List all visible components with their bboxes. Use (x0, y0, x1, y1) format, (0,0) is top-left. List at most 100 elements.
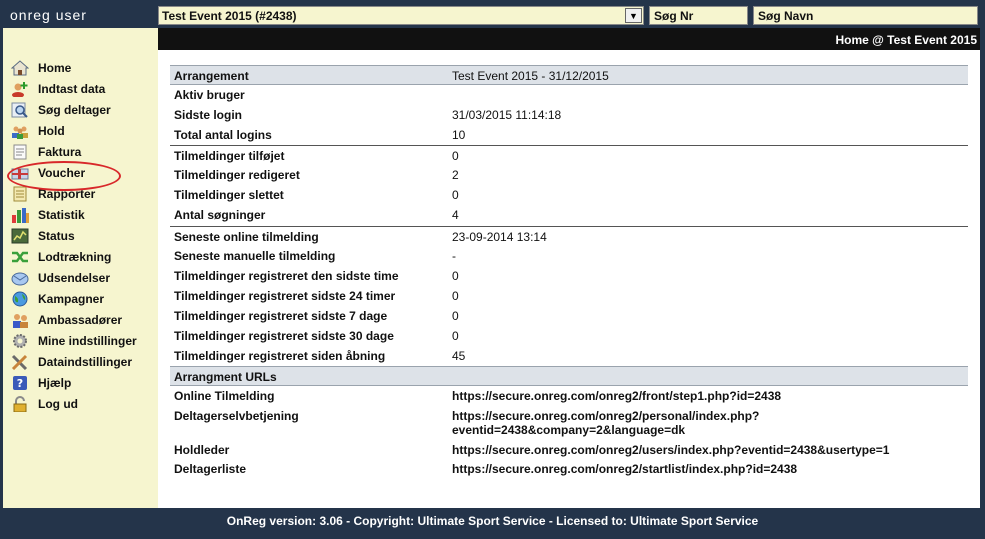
row-value: 2 (452, 168, 459, 182)
url-line: eventid=2438&company=2&language=dk (452, 423, 686, 437)
sidebar-item-label: Kampagner (38, 292, 105, 306)
event-select[interactable]: Test Event 2015 (#2438) ▼ (158, 6, 644, 25)
table-row: Tilmeldinger slettet 0 (170, 185, 968, 205)
app-brand: onreg user (0, 0, 158, 28)
add-person-icon (11, 81, 29, 98)
row-label: Sidste login (174, 108, 243, 122)
sidebar-item-lodtraekning[interactable]: Lodtrækning (11, 247, 156, 267)
page-title: Home @ Test Event 2015 (158, 28, 980, 50)
sidebar-item-kampagner[interactable]: Kampagner (11, 289, 156, 309)
footer: OnReg version: 3.06 - Copyright: Ultimat… (0, 508, 985, 539)
table-row: Holdleder https://secure.onreg.com/onreg… (170, 440, 968, 460)
sidebar-item-label: Hold (38, 124, 65, 138)
row-label: Arrangement (174, 69, 249, 83)
table-row: Tilmeldinger registreret den sidste time… (170, 266, 968, 286)
top-bar: Test Event 2015 (#2438) ▼ Søg Nr Søg Nav… (158, 0, 985, 28)
row-label: Tilmeldinger registreret sidste 7 dage (174, 309, 388, 323)
row-value: 0 (452, 289, 459, 303)
voucher-icon (11, 165, 29, 181)
sidebar-item-label: Rapporter (38, 187, 96, 201)
magnifier-icon (11, 102, 29, 118)
table-row: Tilmeldinger registreret siden åbning 45 (170, 346, 968, 366)
sidebar-item-indtast-data[interactable]: Indtast data (11, 79, 156, 99)
sidebar-item-voucher[interactable]: Voucher (11, 163, 156, 183)
url-link[interactable]: https://secure.onreg.com/onreg2/users/in… (452, 443, 889, 457)
table-row: Aktiv bruger (170, 85, 968, 105)
table-row: Seneste online tilmelding 23-09-2014 13:… (170, 226, 968, 246)
ambassador-icon (11, 312, 29, 328)
table-row: Total antal logins 10 (170, 125, 968, 145)
row-value: 0 (452, 329, 459, 343)
table-row: Deltagerselvbetjening https://secure.onr… (170, 406, 968, 440)
row-label: Total antal logins (174, 128, 272, 142)
row-label: Tilmeldinger slettet (174, 188, 284, 202)
sidebar-item-ambassadorer[interactable]: Ambassadører (11, 310, 156, 330)
sidebar-item-mine-indstillinger[interactable]: Mine indstillinger (11, 331, 156, 351)
help-icon: ? (11, 375, 29, 391)
row-value: 10 (452, 128, 466, 142)
shuffle-icon (11, 249, 29, 265)
sidebar-item-label: Hjælp (38, 376, 72, 390)
row-label: Aktiv bruger (174, 88, 245, 102)
search-nr-input[interactable]: Søg Nr (649, 6, 748, 25)
sidebar-item-hold[interactable]: Hold (11, 121, 156, 141)
sidebar-item-label: Status (38, 229, 75, 243)
sidebar-item-label: Home (38, 61, 72, 75)
row-value: 23-09-2014 13:14 (452, 230, 547, 244)
sidebar-item-log-ud[interactable]: Log ud (11, 394, 156, 414)
row-label: Seneste online tilmelding (174, 230, 319, 244)
sidebar-item-home[interactable]: Home (10, 58, 156, 78)
sidebar-item-sog-deltager[interactable]: Søg deltager (11, 100, 156, 120)
sidebar-item-label: Udsendelser (38, 271, 111, 285)
table-row: Online Tilmelding https://secure.onreg.c… (170, 386, 968, 406)
status-icon (11, 228, 29, 244)
row-label: Tilmeldinger tilføjet (174, 149, 285, 163)
section-label: Arrangment URLs (174, 370, 277, 384)
row-value: 0 (452, 309, 459, 323)
row-label: Deltagerselvbetjening (174, 409, 299, 423)
chevron-down-icon[interactable]: ▼ (625, 8, 642, 23)
sidebar-item-dataindstillinger[interactable]: Dataindstillinger (11, 352, 156, 372)
bar-chart-icon (11, 207, 29, 223)
sidebar-item-faktura[interactable]: Faktura (11, 142, 156, 162)
row-value: 45 (452, 349, 466, 363)
globe-icon (11, 291, 29, 307)
url-link[interactable]: https://secure.onreg.com/onreg2/personal… (452, 409, 759, 437)
table-row: Tilmeldinger registreret sidste 24 timer… (170, 286, 968, 306)
row-label: Seneste manuelle tilmelding (174, 249, 336, 263)
search-navn-input[interactable]: Søg Navn (753, 6, 978, 25)
gear-icon (11, 333, 29, 349)
table-row: Antal søgninger 4 (170, 205, 968, 225)
sidebar-item-rapporter[interactable]: Rapporter (11, 184, 156, 204)
row-value: 0 (452, 269, 459, 283)
sidebar-item-udsendelser[interactable]: Udsendelser (11, 268, 156, 288)
row-label: Tilmeldinger registreret sidste 24 timer (174, 289, 396, 303)
row-label: Tilmeldinger registreret siden åbning (174, 349, 386, 363)
table-row: Arrangement Test Event 2015 - 31/12/2015 (170, 65, 968, 85)
table-row: Tilmeldinger registreret sidste 30 dage … (170, 326, 968, 346)
table-row: Sidste login 31/03/2015 11:14:18 (170, 105, 968, 125)
url-link[interactable]: https://secure.onreg.com/onreg2/startlis… (452, 462, 797, 476)
sidebar-item-label: Ambassadører (38, 313, 123, 327)
row-label: Tilmeldinger registreret den sidste time (174, 269, 399, 283)
table-row: Arrangment URLs (170, 366, 968, 386)
row-value: - (452, 249, 456, 263)
sidebar-item-label: Indtast data (38, 82, 106, 96)
row-label: Online Tilmelding (174, 389, 275, 403)
sidebar-item-status[interactable]: Status (11, 226, 156, 246)
sidebar-item-label: Søg deltager (38, 103, 111, 117)
sidebar-item-label: Dataindstillinger (38, 355, 133, 369)
row-label: Holdleder (174, 443, 230, 457)
url-link[interactable]: https://secure.onreg.com/onreg2/front/st… (452, 389, 781, 403)
house-icon (10, 60, 30, 76)
row-value: 0 (452, 149, 459, 163)
sidebar-item-label: Mine indstillinger (38, 334, 137, 348)
table-row: Tilmeldinger redigeret 2 (170, 165, 968, 185)
sidebar-item-label: Lodtrækning (38, 250, 112, 264)
row-label: Tilmeldinger redigeret (174, 168, 300, 182)
sidebar-item-hjaelp[interactable]: ? Hjælp (11, 373, 156, 393)
row-label: Tilmeldinger registreret sidste 30 dage (174, 329, 394, 343)
url-line: https://secure.onreg.com/onreg2/personal… (452, 409, 760, 423)
table-row: Seneste manuelle tilmelding - (170, 246, 968, 266)
sidebar-item-statistik[interactable]: Statistik (11, 205, 156, 225)
